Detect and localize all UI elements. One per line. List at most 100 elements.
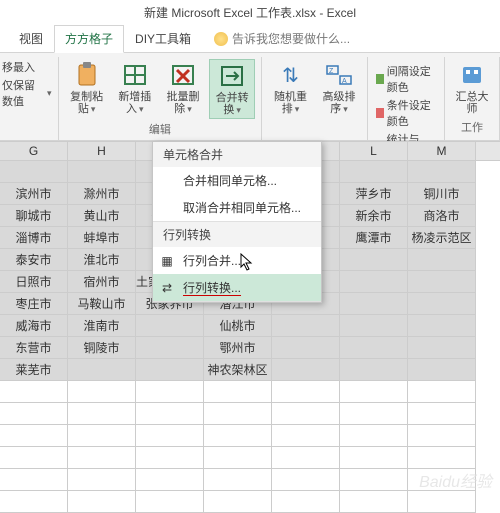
cell[interactable]	[272, 315, 340, 337]
cell[interactable]	[272, 337, 340, 359]
cell[interactable]: 滁州市	[68, 183, 136, 205]
cell[interactable]: 马鞍山市	[68, 293, 136, 315]
cell[interactable]	[0, 403, 68, 425]
cell[interactable]	[272, 469, 340, 491]
cell[interactable]: 神农架林区	[204, 359, 272, 381]
cell[interactable]: 新余市	[340, 205, 408, 227]
cell[interactable]	[68, 403, 136, 425]
cell[interactable]: 蚌埠市	[68, 227, 136, 249]
ribbon-btn-shift-insert[interactable]: 移最入	[2, 59, 52, 75]
batch-delete-button[interactable]: 批量删除▾	[161, 59, 205, 119]
cell[interactable]	[136, 381, 204, 403]
cell[interactable]	[136, 425, 204, 447]
cell[interactable]	[68, 491, 136, 513]
cell[interactable]: 莱芜市	[0, 359, 68, 381]
cell[interactable]	[340, 249, 408, 271]
cell[interactable]	[408, 271, 476, 293]
cell[interactable]: 日照市	[0, 271, 68, 293]
cell[interactable]	[204, 425, 272, 447]
cell[interactable]	[340, 425, 408, 447]
merge-convert-button[interactable]: 合并转换▾	[209, 59, 255, 119]
col-header[interactable]: G	[0, 142, 68, 160]
cell[interactable]	[204, 403, 272, 425]
cell[interactable]	[340, 359, 408, 381]
cell[interactable]	[204, 381, 272, 403]
tab-view[interactable]: 视图	[8, 25, 54, 52]
cell[interactable]: 淮南市	[68, 315, 136, 337]
cell[interactable]	[136, 447, 204, 469]
cell[interactable]	[272, 447, 340, 469]
cell[interactable]: 东营市	[0, 337, 68, 359]
advanced-sort-button[interactable]: ZA 高级排序▾	[317, 59, 362, 117]
random-reorder-button[interactable]: ⇅ 随机重排▾	[268, 59, 313, 117]
col-header[interactable]: M	[408, 142, 476, 160]
menu-item-merge-same-cells[interactable]: 合并相同单元格...	[153, 167, 321, 194]
col-header[interactable]: H	[68, 142, 136, 160]
cell[interactable]	[340, 271, 408, 293]
cell[interactable]: 鄂州市	[204, 337, 272, 359]
summary-master-button[interactable]: 汇总大师	[451, 59, 493, 117]
cell[interactable]: 仙桃市	[204, 315, 272, 337]
spreadsheet-grid[interactable]: G H I J K L M 滨州市滁州市永州市萍乡市铜川市聊城市黄山市怀化市新余…	[0, 141, 500, 513]
cell[interactable]	[0, 469, 68, 491]
menu-item-unmerge-same-cells[interactable]: 取消合并相同单元格...	[153, 194, 321, 221]
cell[interactable]	[340, 447, 408, 469]
cell[interactable]	[136, 315, 204, 337]
cell[interactable]	[204, 469, 272, 491]
cell[interactable]	[68, 469, 136, 491]
cell[interactable]: 宿州市	[68, 271, 136, 293]
cell[interactable]: 威海市	[0, 315, 68, 337]
cell[interactable]	[340, 161, 408, 183]
cell[interactable]	[68, 425, 136, 447]
cell[interactable]: 萍乡市	[340, 183, 408, 205]
cell[interactable]	[272, 491, 340, 513]
cell[interactable]: 泰安市	[0, 249, 68, 271]
cell[interactable]	[272, 359, 340, 381]
cell[interactable]	[340, 381, 408, 403]
cell[interactable]	[408, 381, 476, 403]
cell[interactable]	[408, 337, 476, 359]
tell-me-search[interactable]: 告诉我您想要做什么...	[214, 25, 350, 52]
col-header[interactable]: L	[340, 142, 408, 160]
cell[interactable]	[136, 491, 204, 513]
cell[interactable]: 铜陵市	[68, 337, 136, 359]
cell[interactable]	[272, 403, 340, 425]
cell[interactable]	[408, 491, 476, 513]
cell[interactable]	[408, 359, 476, 381]
cell[interactable]	[340, 315, 408, 337]
tab-diy-toolbox[interactable]: DIY工具箱	[124, 25, 202, 52]
cell[interactable]	[68, 161, 136, 183]
cell[interactable]: 商洛市	[408, 205, 476, 227]
ribbon-btn-keep-values[interactable]: 仅保留数值▾	[2, 77, 52, 109]
cell[interactable]: 淄博市	[0, 227, 68, 249]
cell[interactable]	[340, 469, 408, 491]
cell[interactable]	[340, 491, 408, 513]
copy-paste-button[interactable]: 复制粘贴▾	[65, 59, 109, 119]
cell[interactable]: 杨凌示范区	[408, 227, 476, 249]
menu-item-rowcol-merge[interactable]: ▦ 行列合并...	[153, 247, 321, 274]
cell[interactable]	[0, 491, 68, 513]
new-add-button[interactable]: 新增插入▾	[113, 59, 157, 119]
cell[interactable]	[204, 491, 272, 513]
cell[interactable]	[0, 381, 68, 403]
cell[interactable]	[0, 447, 68, 469]
cell[interactable]: 滨州市	[0, 183, 68, 205]
cell[interactable]: 聊城市	[0, 205, 68, 227]
cell[interactable]	[340, 337, 408, 359]
cell[interactable]: 铜川市	[408, 183, 476, 205]
cell[interactable]	[136, 337, 204, 359]
cell[interactable]	[408, 425, 476, 447]
conditional-color-button[interactable]: 条件设定颜色	[376, 97, 436, 129]
tab-fangfanggezi[interactable]: 方方格子	[54, 25, 124, 53]
cell[interactable]	[340, 403, 408, 425]
cell[interactable]	[136, 359, 204, 381]
cell[interactable]	[68, 447, 136, 469]
cell[interactable]	[68, 359, 136, 381]
cell[interactable]	[408, 293, 476, 315]
interval-color-button[interactable]: 间隔设定颜色	[376, 63, 436, 95]
cell[interactable]	[272, 425, 340, 447]
menu-item-rowcol-convert[interactable]: ⇄ 行列转换...	[153, 274, 321, 301]
cell[interactable]: 枣庄市	[0, 293, 68, 315]
cell[interactable]	[68, 381, 136, 403]
cell[interactable]: 淮北市	[68, 249, 136, 271]
